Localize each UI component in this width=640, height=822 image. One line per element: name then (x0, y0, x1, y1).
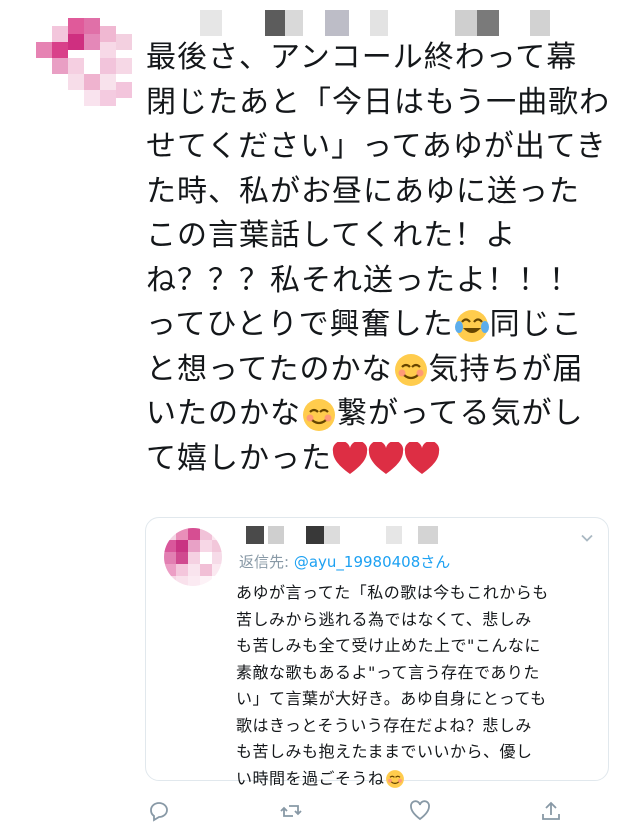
smiling-face-icon (385, 769, 405, 789)
tweet-line-2: 閉じたあと「今日はもう一曲歌わ (146, 84, 611, 120)
quote-line-7: も苦しみも抱えたままでいいから、優し (236, 742, 533, 761)
author-avatar[interactable] (36, 18, 132, 114)
tweet-body: 最後さ、アンコール終わって幕 閉じたあと「今日はもう一曲歌わ せてください」って… (146, 36, 616, 481)
quote-line-1: あゆが言ってた「私の歌は今もこれからも (236, 583, 549, 602)
quoted-tweet-card[interactable]: 返信先: @ayu_19980408さん あゆが言ってた「私の歌は今もこれからも… (145, 517, 609, 788)
quoted-tweet-body: あゆが言ってた「私の歌は今もこれからも 苦しみから逃れる為ではなくて、悲しみ も… (236, 580, 598, 792)
tweet-line-8b: 気持ちが届 (428, 351, 584, 387)
quoted-author-name-redacted (246, 526, 486, 548)
tweet-line-10: て嬉しかった (146, 440, 332, 476)
reply-handle-link[interactable]: @ayu_19980408さん (294, 553, 450, 571)
tweet-line-9a: いたのかな (146, 396, 301, 431)
smiling-face-icon (393, 352, 429, 388)
tweet-line-4: た時、私がお昼にあゆに送った (146, 173, 580, 209)
tweet-line-3: せてください」ってあゆが出てき (146, 129, 607, 164)
red-heart-icon (404, 442, 440, 476)
face-with-tears-of-joy-icon (454, 308, 490, 344)
quote-line-2: 苦しみから逃れる為ではなくて、悲しみ (236, 609, 532, 629)
red-heart-icon (368, 442, 404, 476)
reply-icon[interactable] (148, 800, 170, 822)
quote-line-4: 素敵な歌もあるよ"って言う存在でありた (236, 662, 540, 682)
chevron-down-icon[interactable] (580, 530, 594, 544)
reply-prefix: 返信先: (239, 553, 294, 571)
tweet-line-8a: と想ってたのかな (146, 351, 393, 387)
tweet-action-bar (145, 800, 585, 822)
quote-line-6: 歌はきっとそういう存在だよね？悲しみ (236, 715, 532, 735)
tweet-line-7a: ってひとりで興奮した (146, 307, 454, 342)
tweet-line-1: 最後さ、アンコール終わって幕 (146, 40, 578, 75)
reply-to-line: 返信先: @ayu_19980408さん (239, 551, 450, 572)
smiling-face-icon (301, 397, 337, 433)
quote-line-5: い」て言葉が大好き。あゆ自身にとっても (236, 689, 547, 708)
like-icon[interactable] (409, 800, 431, 822)
retweet-icon[interactable] (280, 800, 302, 822)
red-heart-icon (332, 442, 368, 476)
quoted-author-avatar[interactable] (164, 528, 222, 586)
share-icon[interactable] (540, 800, 562, 822)
tweet-line-6: ね？？？私それ送ったよ！！！ (146, 262, 580, 298)
quote-line-3: も苦しみも全て受け止めた上で"こんなに (236, 636, 541, 655)
tweet-line-5: この言葉話してくれた！よ (146, 218, 517, 253)
quote-line-8: い時間を過ごそうね (236, 768, 385, 788)
tweet-line-9b: 繋がってる気がし (337, 396, 584, 431)
tweet-line-7b: 同じこ (489, 307, 583, 342)
